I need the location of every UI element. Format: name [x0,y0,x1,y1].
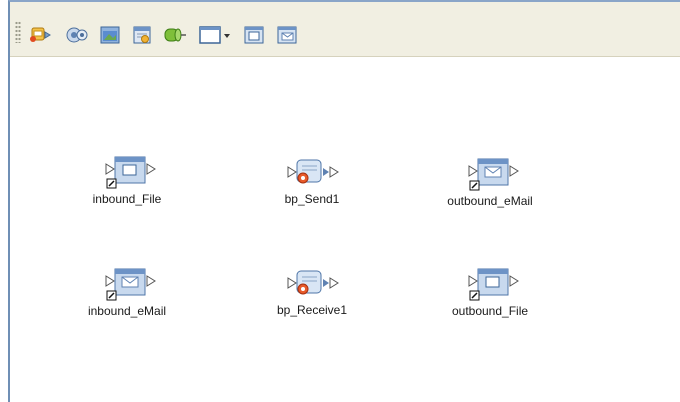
node-label: outbound_eMail [447,194,533,208]
schedule-icon[interactable] [131,24,153,46]
node-label: outbound_File [451,304,529,318]
external-application-icon[interactable] [99,24,121,46]
toolbar-grip[interactable] [15,21,21,43]
node-outbound-file[interactable]: outbound_File [425,264,555,328]
file-external-icon [105,156,156,189]
node-label: bp_Receive1 [276,303,348,317]
node-bp-send1[interactable]: bp_Send1 [247,154,377,218]
file-external-icon [468,268,519,301]
window-dropdown-icon[interactable] [198,24,232,46]
connector-icon[interactable] [162,24,188,46]
business-process-icon [287,159,339,184]
business-process-icon [287,270,339,295]
service-icon[interactable] [64,24,90,46]
email-external-icon[interactable] [276,24,298,46]
editor-toolbar [10,2,680,57]
connectivity-map-canvas[interactable]: inbound_File bp_Send1 outbound_eMail inb… [10,57,680,402]
editor-frame: inbound_File bp_Send1 outbound_eMail inb… [8,0,680,402]
node-label: inbound_File [92,192,162,206]
node-label: inbound_eMail [87,304,167,318]
node-label: bp_Send1 [284,192,340,206]
file-external-icon[interactable] [243,24,265,46]
map-flow-icon[interactable] [28,24,52,46]
node-inbound-email[interactable]: inbound_eMail [62,264,192,328]
node-inbound-file[interactable]: inbound_File [62,152,192,216]
node-outbound-email[interactable]: outbound_eMail [425,154,555,218]
email-external-icon [468,158,519,191]
node-bp-receive1[interactable]: bp_Receive1 [247,265,377,329]
email-external-icon [105,268,156,301]
